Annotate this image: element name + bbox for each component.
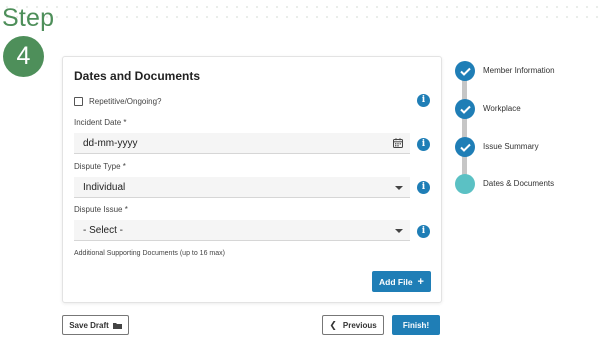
card-title: Dates and Documents [74, 69, 201, 83]
repetitive-checkbox-label: Repetitive/Ongoing? [89, 96, 162, 106]
stepper-step-workplace[interactable] [455, 99, 475, 119]
chevron-left-icon: ❮ [329, 319, 337, 330]
stepper-label-member-information: Member Information [483, 66, 555, 75]
stepper-step-issue-summary[interactable] [455, 137, 475, 157]
stepper-connector [462, 118, 467, 138]
dispute-issue-label: Dispute Issue * [74, 205, 128, 214]
stepper-step-member-information[interactable] [455, 61, 475, 81]
checkmark-icon [459, 143, 471, 152]
add-file-button[interactable]: Add File + [372, 271, 431, 292]
plus-icon: + [417, 275, 424, 288]
step-number-badge: 4 [3, 36, 44, 77]
chevron-down-icon [395, 229, 403, 233]
stepper-label-issue-summary: Issue Summary [483, 142, 539, 151]
stepper-connector [462, 156, 467, 176]
info-icon[interactable]: i [417, 138, 430, 151]
dispute-type-label: Dispute Type * [74, 162, 126, 171]
checkmark-icon [459, 67, 471, 76]
incident-date-label: Incident Date * [74, 118, 127, 127]
folder-icon [112, 322, 122, 329]
info-icon[interactable]: i [417, 225, 430, 238]
step-label: Step [2, 4, 55, 32]
save-draft-label: Save Draft [69, 320, 109, 330]
save-draft-button[interactable]: Save Draft [62, 315, 129, 335]
supporting-documents-label: Additional Supporting Documents (up to 1… [74, 250, 225, 257]
previous-label: Previous [342, 320, 377, 330]
previous-button[interactable]: ❮ Previous [322, 315, 384, 335]
calendar-icon[interactable] [393, 138, 403, 148]
chevron-down-icon [395, 186, 403, 190]
incident-date-input[interactable]: dd-mm-yyyy [74, 133, 410, 154]
dispute-type-select[interactable]: Individual [74, 177, 410, 198]
repetitive-checkbox[interactable] [74, 96, 83, 106]
dispute-type-value: Individual [83, 182, 126, 193]
incident-date-placeholder: dd-mm-yyyy [83, 138, 138, 149]
dotted-header-pattern [0, 0, 600, 26]
add-file-label: Add File [379, 276, 413, 287]
info-icon[interactable]: i [417, 181, 430, 194]
dates-documents-card: Dates and Documents Repetitive/Ongoing? … [62, 56, 442, 303]
stepper-label-dates-documents: Dates & Documents [483, 179, 555, 188]
repetitive-checkbox-row[interactable]: Repetitive/Ongoing? [74, 95, 162, 107]
checkmark-icon [459, 105, 471, 114]
stepper-label-workplace: Workplace [483, 104, 521, 113]
info-icon[interactable]: i [417, 94, 430, 107]
stepper-step-dates-documents[interactable] [455, 174, 475, 194]
dispute-issue-value: - Select - [83, 225, 124, 236]
dispute-issue-select[interactable]: - Select - [74, 220, 410, 241]
stepper-connector [462, 80, 467, 100]
finish-button[interactable]: Finish! [392, 315, 440, 335]
